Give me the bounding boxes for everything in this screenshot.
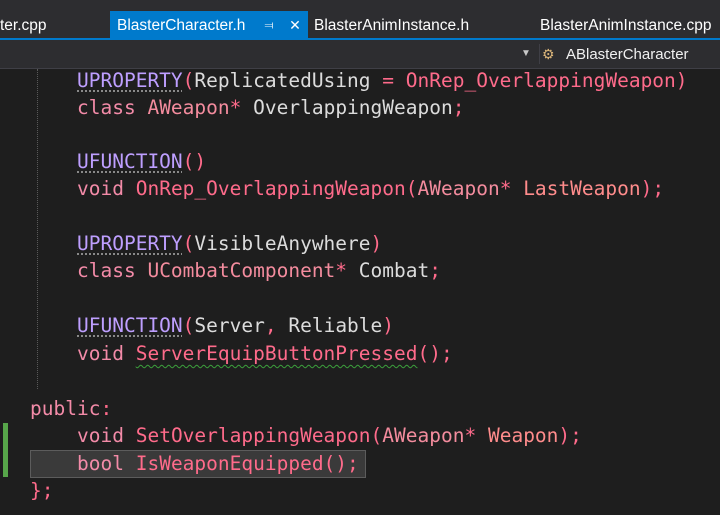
- paren-token: (: [370, 424, 383, 447]
- nav-divider: [539, 44, 540, 64]
- tab-label: BlasterAnimInstance.h: [314, 17, 470, 34]
- code-line: UFUNCTION(Server, Reliable): [77, 312, 394, 339]
- keyword-token: public: [30, 397, 101, 420]
- identifier-token: OverlappingWeapon: [253, 96, 453, 119]
- code-line: void OnRep_OverlappingWeapon(AWeapon* La…: [77, 175, 664, 202]
- paren-token: (): [182, 150, 207, 173]
- function-token: SetOverlappingWeapon: [135, 424, 371, 447]
- parameter-token: LastWeapon: [523, 177, 641, 200]
- tab-label: ter.cpp: [0, 17, 47, 34]
- paren-token: (: [182, 69, 195, 92]
- code-line: UPROPERTY(VisibleAnywhere): [77, 230, 382, 257]
- class-member-icon: ⚙: [542, 46, 555, 62]
- type-token: AWeapon: [417, 177, 500, 200]
- code-line: };: [30, 477, 53, 504]
- tab-label: BlasterAnimInstance.cpp: [540, 17, 712, 34]
- punctuation-token: };: [30, 479, 54, 502]
- operator-token: *: [464, 424, 477, 447]
- operator-token: =: [370, 69, 406, 92]
- function-token: ServerEquipButtonPressed: [135, 342, 418, 365]
- paren-token: (: [182, 314, 195, 337]
- macro-token: UFUNCTION: [77, 150, 183, 173]
- chevron-down-icon[interactable]: ▼: [517, 45, 535, 63]
- macro-token: UPROPERTY: [77, 69, 183, 92]
- code-line: class UCombatComponent* Combat;: [77, 257, 441, 284]
- tab-label: BlasterCharacter.h: [117, 17, 246, 34]
- punctuation-token: );: [640, 177, 665, 200]
- macro-token: UFUNCTION: [77, 314, 183, 337]
- operator-token: *: [229, 96, 242, 119]
- code-line: class AWeapon* OverlappingWeapon;: [77, 94, 464, 121]
- identifier-token: Combat: [358, 259, 430, 282]
- tab-blasteraniminstance-h[interactable]: BlasterAnimInstance.h: [314, 11, 469, 40]
- identifier-token: OnRep_OverlappingWeapon: [405, 69, 676, 92]
- parameter-token: Weapon: [487, 424, 559, 447]
- punctuation-token: ,: [264, 314, 289, 337]
- keyword-token: class: [77, 96, 136, 119]
- keyword-token: bool: [77, 452, 124, 475]
- paren-token: ): [370, 232, 383, 255]
- navigation-bar: ▼ ⚙ ABlasterCharacter: [0, 40, 720, 69]
- tab-blasteraniminstance-cpp[interactable]: BlasterAnimInstance.cpp: [540, 11, 711, 40]
- punctuation-token: );: [558, 424, 582, 447]
- code-line: void ServerEquipButtonPressed();: [77, 340, 453, 367]
- tab-blastercharacter-h[interactable]: BlasterCharacter.h ⫤ ✕: [110, 11, 308, 40]
- type-token: UCombatComponent: [147, 259, 336, 282]
- type-token: AWeapon: [147, 96, 230, 119]
- punctuation-token: ;: [452, 96, 465, 119]
- paren-token: (: [182, 232, 195, 255]
- function-token: OnRep_OverlappingWeapon: [135, 177, 406, 200]
- type-token: AWeapon: [382, 424, 465, 447]
- change-marker: [3, 423, 8, 477]
- keyword-token: void: [77, 342, 124, 365]
- paren-token: (: [405, 177, 418, 200]
- operator-token: *: [335, 259, 348, 282]
- code-line: UFUNCTION(): [77, 148, 206, 175]
- identifier-token: Server: [194, 314, 265, 337]
- code-line: public:: [30, 395, 112, 422]
- pin-icon[interactable]: ⫤: [260, 11, 278, 40]
- tab-blastercharacter-cpp[interactable]: ter.cpp: [0, 11, 47, 40]
- code-line: bool IsWeaponEquipped();: [77, 450, 359, 477]
- close-icon[interactable]: ✕: [286, 11, 304, 40]
- identifier-token: VisibleAnywhere: [194, 232, 371, 255]
- punctuation-token: ();: [323, 452, 359, 475]
- punctuation-token: ();: [417, 342, 453, 365]
- code-line: void SetOverlappingWeapon(AWeapon* Weapo…: [77, 422, 582, 449]
- macro-token: UPROPERTY: [77, 232, 183, 255]
- code-editor[interactable]: UPROPERTY(ReplicatedUsing = OnRep_Overla…: [0, 69, 720, 515]
- identifier-token: Reliable: [288, 314, 383, 337]
- indent-guide: [37, 69, 38, 389]
- keyword-token: void: [77, 177, 124, 200]
- function-token: IsWeaponEquipped: [135, 452, 324, 475]
- operator-token: *: [499, 177, 512, 200]
- identifier-token: ReplicatedUsing: [194, 69, 371, 92]
- member-scope-label: ABlasterCharacter: [566, 46, 689, 63]
- punctuation-token: ;: [429, 259, 441, 282]
- keyword-token: void: [77, 424, 124, 447]
- member-scope-dropdown[interactable]: ⚙ ABlasterCharacter: [542, 40, 689, 68]
- paren-token: ): [382, 314, 395, 337]
- code-line: UPROPERTY(ReplicatedUsing = OnRep_Overla…: [77, 69, 688, 94]
- keyword-token: class: [77, 259, 136, 282]
- punctuation-token: :: [100, 397, 113, 420]
- document-tab-strip: ter.cpp BlasterCharacter.h ⫤ ✕ BlasterAn…: [0, 0, 720, 40]
- paren-token: ): [675, 69, 688, 92]
